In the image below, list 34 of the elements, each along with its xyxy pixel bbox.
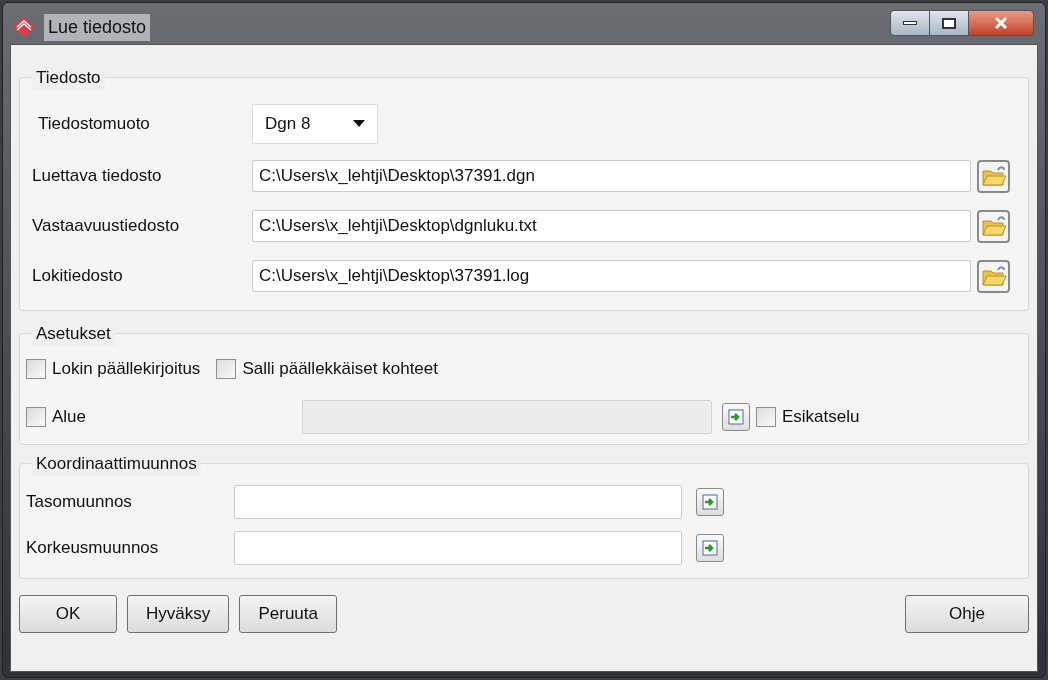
dialog-button[interactable]: Peruuta bbox=[239, 594, 338, 633]
checkbox-label: Salli päällekkäiset kohteet bbox=[242, 358, 438, 380]
checkbox-label: Esikatselu bbox=[782, 405, 860, 428]
minimize-button[interactable] bbox=[890, 10, 930, 36]
app-logo-icon bbox=[12, 16, 36, 38]
checkbox[interactable] bbox=[216, 358, 237, 379]
folder-icon[interactable] bbox=[977, 209, 1010, 243]
field-label: Korkeusmuunnos bbox=[26, 536, 160, 559]
format-dropdown[interactable]: Dgn 8 bbox=[252, 104, 378, 144]
maximize-button[interactable] bbox=[930, 10, 968, 36]
folder-icon[interactable] bbox=[977, 259, 1010, 293]
checkbox-label: Alue bbox=[52, 405, 87, 428]
close-icon bbox=[994, 17, 1008, 29]
close-button[interactable] bbox=[968, 10, 1034, 36]
field-label: Luettava tiedosto bbox=[32, 165, 163, 188]
field-label: Vastaavuustiedosto bbox=[32, 215, 181, 238]
input-field[interactable]: C:\Users\x_lehtji\Desktop\37391.dgn bbox=[252, 160, 971, 192]
checkbox[interactable] bbox=[756, 406, 776, 427]
help-button[interactable]: Ohje bbox=[905, 594, 1029, 633]
input-field[interactable] bbox=[234, 530, 682, 565]
dialog-button[interactable]: OK bbox=[19, 594, 117, 633]
window-title: Lue tiedosto bbox=[44, 13, 151, 41]
checkbox[interactable] bbox=[26, 406, 46, 427]
field-label: Lokitiedosto bbox=[32, 265, 124, 288]
input-field[interactable]: C:\Users\x_lehtji\Desktop\37391.log bbox=[252, 260, 971, 292]
dialog-button[interactable]: Hyväksy bbox=[127, 594, 230, 633]
folder-icon[interactable] bbox=[977, 159, 1010, 193]
caret-icon bbox=[353, 120, 365, 128]
input-field[interactable] bbox=[234, 484, 682, 519]
checkbox-label: Lokin päällekirjoitus bbox=[52, 358, 201, 380]
field-label: Tiedostomuoto bbox=[38, 113, 151, 136]
input-field[interactable]: C:\Users\x_lehtji\Desktop\dgnluku.txt bbox=[252, 210, 971, 242]
checkbox[interactable] bbox=[26, 358, 46, 379]
field-label: Tasomuunnos bbox=[26, 490, 133, 513]
